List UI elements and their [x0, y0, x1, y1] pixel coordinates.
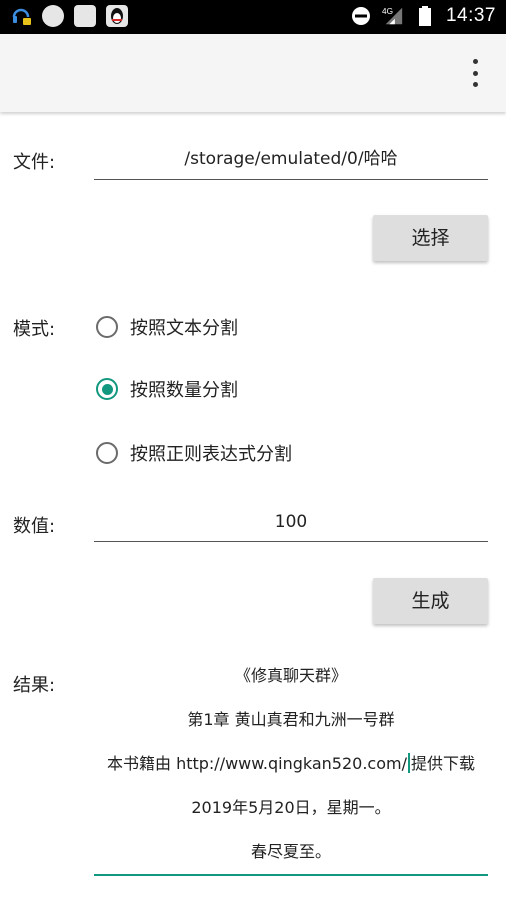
radio-button-checked[interactable]	[96, 378, 118, 400]
value-input[interactable]: 100	[94, 510, 488, 542]
status-time: 14:37	[445, 5, 496, 26]
radio-option-split-by-count[interactable]: 按照数量分割	[96, 376, 238, 402]
result-label: 结果:	[13, 675, 56, 696]
notification-circle-icon	[42, 5, 64, 27]
radio-option-split-by-text[interactable]: 按照文本分割	[96, 314, 238, 340]
radio-button-unchecked[interactable]	[96, 316, 118, 338]
mode-label: 模式:	[13, 319, 56, 340]
qq-icon	[106, 5, 128, 27]
overflow-menu-icon[interactable]	[464, 59, 486, 87]
radio-button-unchecked[interactable]	[96, 442, 118, 464]
file-path-field[interactable]: /storage/emulated/0/哈哈	[94, 146, 488, 180]
status-bar: 4G 14:37	[0, 0, 506, 34]
battery-icon	[414, 5, 436, 27]
svg-text:4G: 4G	[382, 7, 393, 16]
result-line: 《修真聊天群》	[234, 666, 347, 685]
select-button[interactable]: 选择	[373, 215, 488, 261]
result-line: 本书籍由 http://www.qingkan520.com/提供下载	[106, 753, 475, 773]
text-cursor	[407, 753, 410, 773]
do-not-disturb-icon	[350, 5, 372, 27]
result-line: 春尽夏至。	[250, 842, 331, 861]
headset-notification-icon	[10, 5, 32, 27]
result-line: 第1章 黄山真君和九洲一号群	[187, 710, 395, 729]
signal-icon: 4G	[382, 5, 404, 27]
generate-button[interactable]: 生成	[373, 578, 488, 624]
app-bar	[0, 34, 506, 112]
value-label: 数值:	[13, 516, 56, 537]
notification-square-icon	[74, 5, 96, 27]
result-line: 2019年5月20日，星期一。	[191, 798, 391, 817]
radio-option-split-by-regex[interactable]: 按照正则表达式分割	[96, 440, 292, 466]
result-text-area[interactable]: 《修真聊天群》 第1章 黄山真君和九洲一号群 本书籍由 http://www.q…	[94, 662, 488, 876]
file-label: 文件:	[13, 152, 56, 173]
